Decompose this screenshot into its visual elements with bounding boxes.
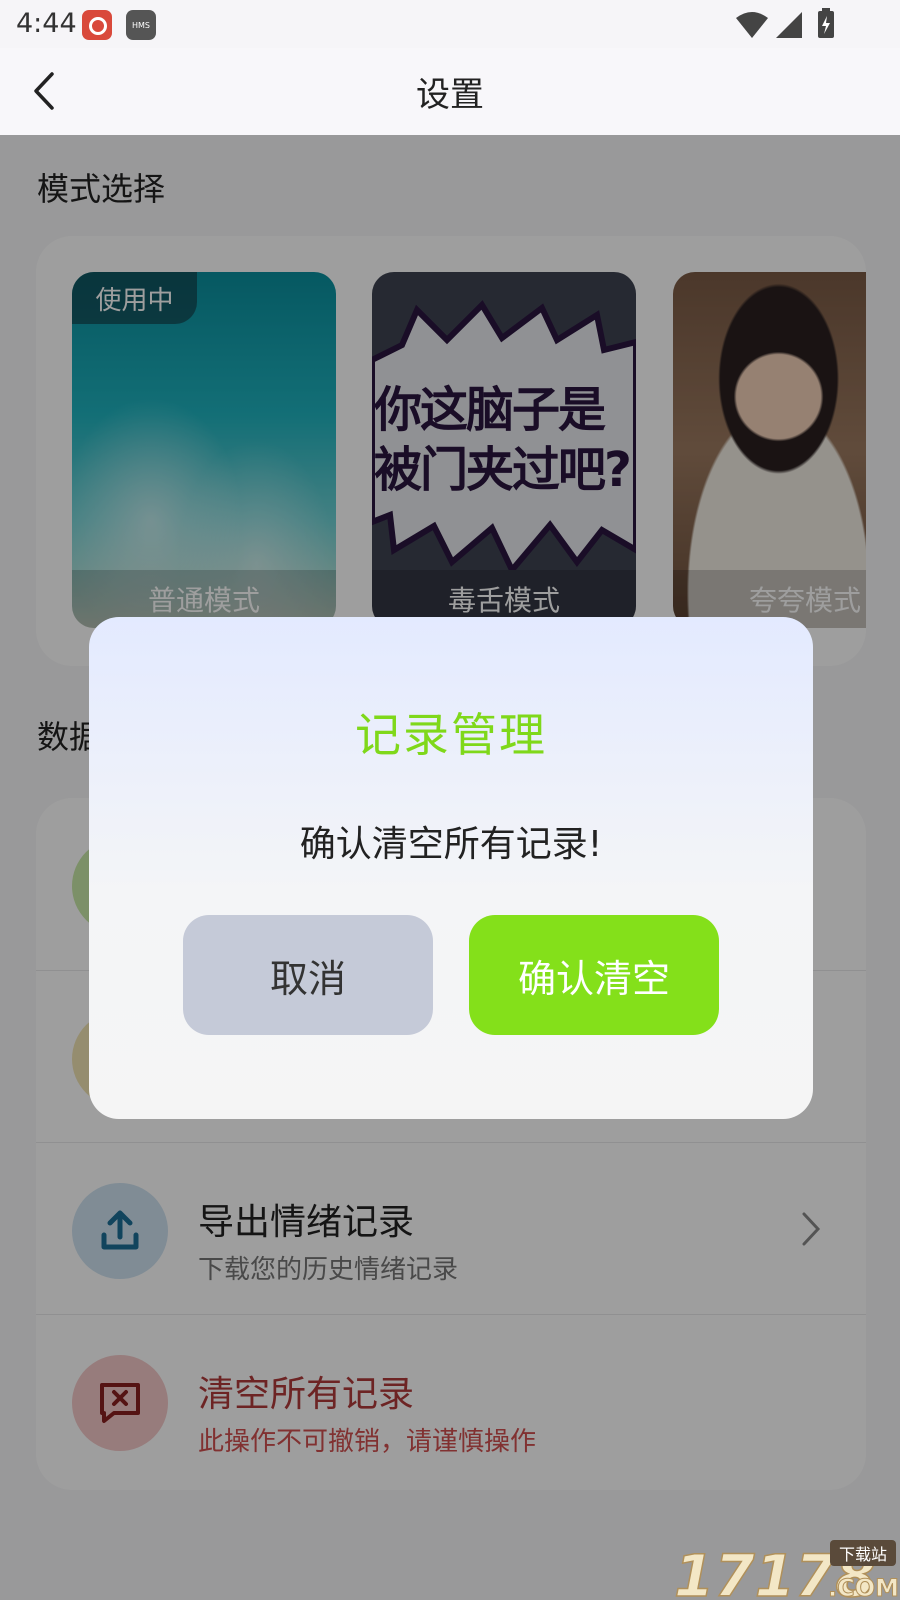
dialog-message: 确认清空所有记录! [299, 824, 603, 865]
cancel-button[interactable]: 取消 [183, 915, 433, 1035]
watermark-tag: 下载站 [839, 1545, 887, 1564]
dialog-title: 记录管理 [355, 708, 547, 762]
back-icon[interactable] [20, 66, 70, 116]
signal-icon [776, 12, 802, 38]
site-watermark-logo: 17178 下载站 .COM [673, 1540, 898, 1600]
page-title: 设置 [416, 75, 484, 115]
status-time: 4:44 [16, 8, 77, 39]
clear-records-dialog: 记录管理 确认清空所有记录! 取消 确认清空 [89, 617, 813, 1119]
status-bar: 4:44 HMS [0, 0, 900, 48]
wifi-icon [736, 12, 768, 38]
app-notification-icon [82, 10, 112, 40]
hms-notification-icon: HMS [126, 10, 156, 40]
status-indicators [736, 8, 834, 38]
watermark-domain: .COM [828, 1574, 898, 1600]
app-header: 设置 [0, 48, 900, 135]
confirm-clear-button[interactable]: 确认清空 [469, 915, 719, 1035]
